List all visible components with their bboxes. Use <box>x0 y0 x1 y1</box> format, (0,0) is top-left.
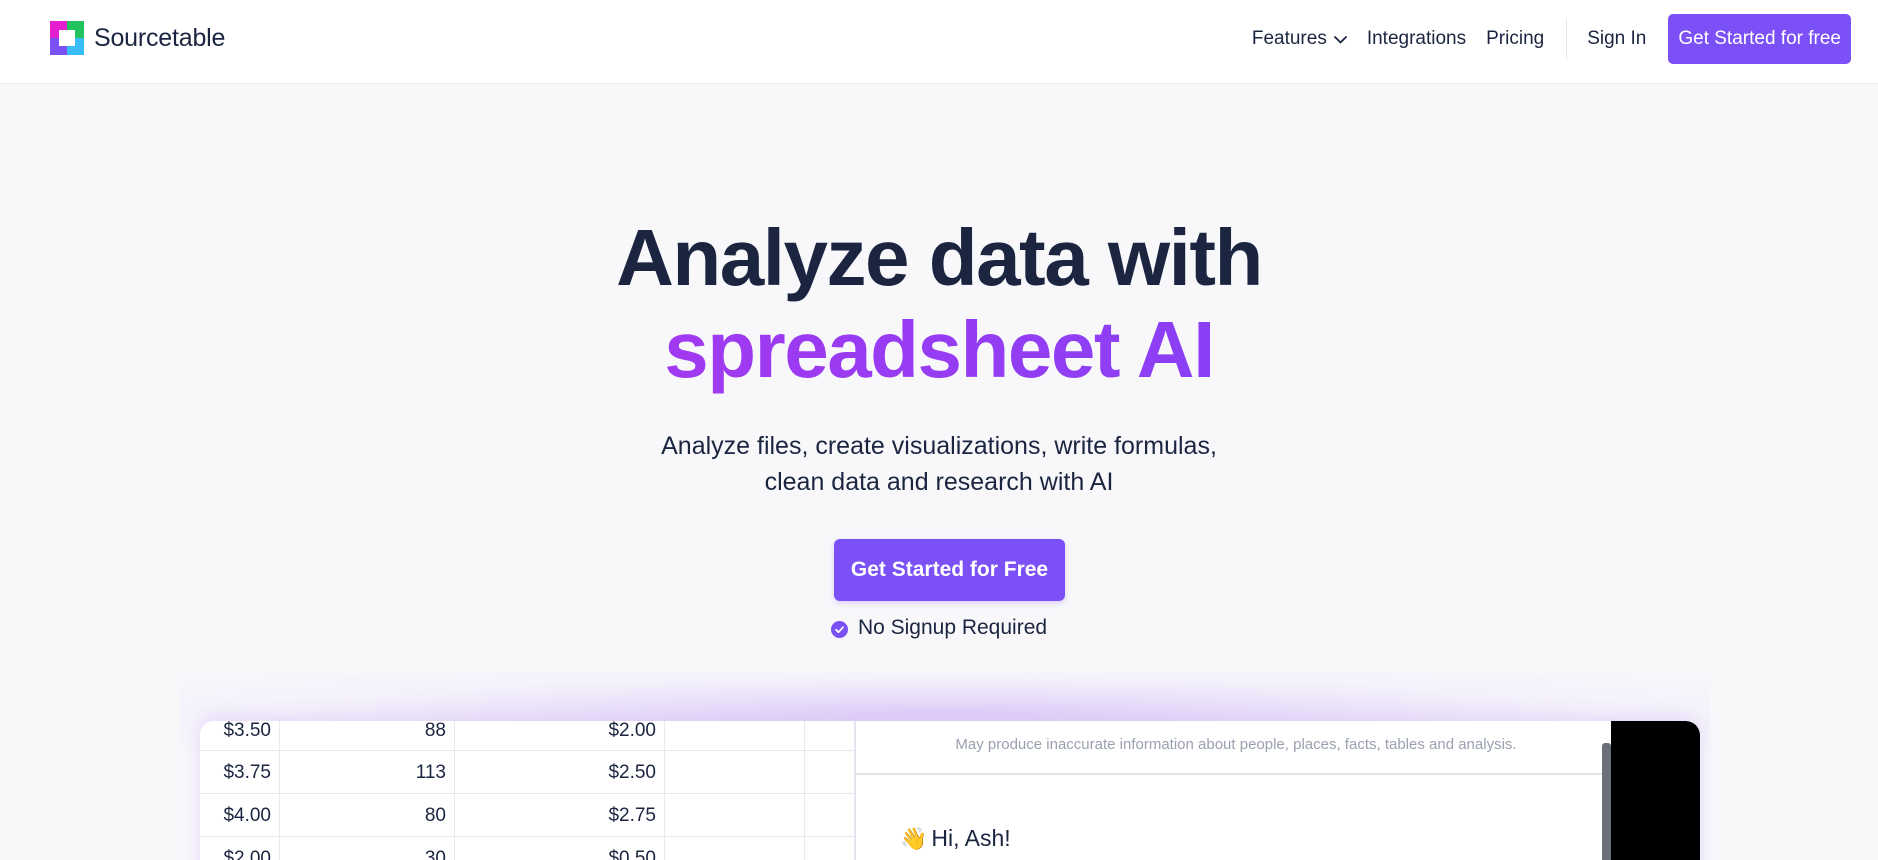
site-header: Sourcetable Features Integrations Pricin… <box>0 0 1878 84</box>
ai-disclaimer: May produce inaccurate information about… <box>955 736 1517 753</box>
table-cell[interactable]: $3.75 <box>200 751 280 794</box>
table-cell[interactable] <box>665 721 805 751</box>
hero-subtitle-line2: clean data and research with AI <box>764 468 1114 496</box>
table-row: $4.00 80 $2.75 <box>200 794 855 837</box>
chat-greeting-text: Hi, Ash! <box>931 825 1011 851</box>
table-cell[interactable]: $2.75 <box>455 794 665 837</box>
dark-side-panel <box>1611 721 1700 860</box>
brand-name: Sourcetable <box>94 23 226 52</box>
nav-pricing[interactable]: Pricing <box>1486 28 1544 50</box>
table-cell[interactable]: 30 <box>280 837 455 860</box>
header-get-started-button[interactable]: Get Started for free <box>1668 14 1851 64</box>
chat-scrollbar[interactable] <box>1602 743 1611 860</box>
waving-hand-icon: 👋 <box>900 826 928 851</box>
table-cell[interactable] <box>665 837 805 860</box>
table-cell[interactable]: $4.00 <box>200 794 280 837</box>
chat-divider <box>856 773 1604 775</box>
table-cell[interactable]: $2.50 <box>455 751 665 794</box>
sign-in-link[interactable]: Sign In <box>1587 28 1646 50</box>
no-signup-label: No Signup Required <box>857 616 1048 639</box>
table-cell[interactable] <box>665 751 805 794</box>
table-row: $3.50 88 $2.00 <box>200 721 855 751</box>
app-preview: $3.50 88 $2.00 $3.75 113 $2.50 $4.00 80 … <box>200 721 1700 860</box>
table-cell[interactable] <box>805 751 855 794</box>
table-row: $2.00 30 $0.50 <box>200 837 855 860</box>
hero-title-line2: spreadsheet AI <box>0 304 1878 396</box>
table-cell[interactable] <box>665 794 805 837</box>
table-cell[interactable]: 113 <box>280 751 455 794</box>
nav-divider <box>1566 19 1568 59</box>
main-nav: Features Integrations Pricing Sign In Ge… <box>1252 14 1851 64</box>
spreadsheet-preview: $3.50 88 $2.00 $3.75 113 $2.50 $4.00 80 … <box>200 721 855 860</box>
nav-integrations[interactable]: Integrations <box>1367 28 1466 50</box>
table-cell[interactable] <box>805 837 855 860</box>
no-signup-note: No Signup Required <box>0 616 1878 640</box>
hero-title-line1: Analyze data with <box>616 213 1263 302</box>
nav-features[interactable]: Features <box>1252 28 1347 50</box>
table-cell[interactable]: 88 <box>280 721 455 751</box>
table-cell[interactable]: $2.00 <box>455 721 665 751</box>
logo[interactable]: Sourcetable <box>50 21 225 55</box>
table-cell[interactable] <box>805 794 855 837</box>
nav-features-label: Features <box>1251 28 1327 49</box>
sourcetable-logo-icon <box>50 21 84 55</box>
table-cell[interactable]: $0.50 <box>455 837 665 860</box>
table-cell[interactable]: $3.50 <box>200 721 280 751</box>
hero-get-started-button[interactable]: Get Started for Free <box>834 539 1065 601</box>
table-row: $3.75 113 $2.50 <box>200 751 855 794</box>
check-badge-icon <box>830 620 848 638</box>
table-cell[interactable]: 80 <box>280 794 455 837</box>
ai-chat-panel: May produce inaccurate information about… <box>855 721 1615 860</box>
hero-title-highlight: spreadsheet AI <box>664 305 1215 394</box>
table-cell[interactable]: $2.00 <box>200 837 280 860</box>
table-cell[interactable] <box>805 721 855 751</box>
chevron-down-icon <box>1333 28 1347 50</box>
chat-greeting: 👋 Hi, Ash! <box>900 825 1011 852</box>
hero-subtitle: Analyze files, create visualizations, wr… <box>0 428 1878 500</box>
hero-subtitle-line1: Analyze files, create visualizations, wr… <box>661 432 1217 460</box>
